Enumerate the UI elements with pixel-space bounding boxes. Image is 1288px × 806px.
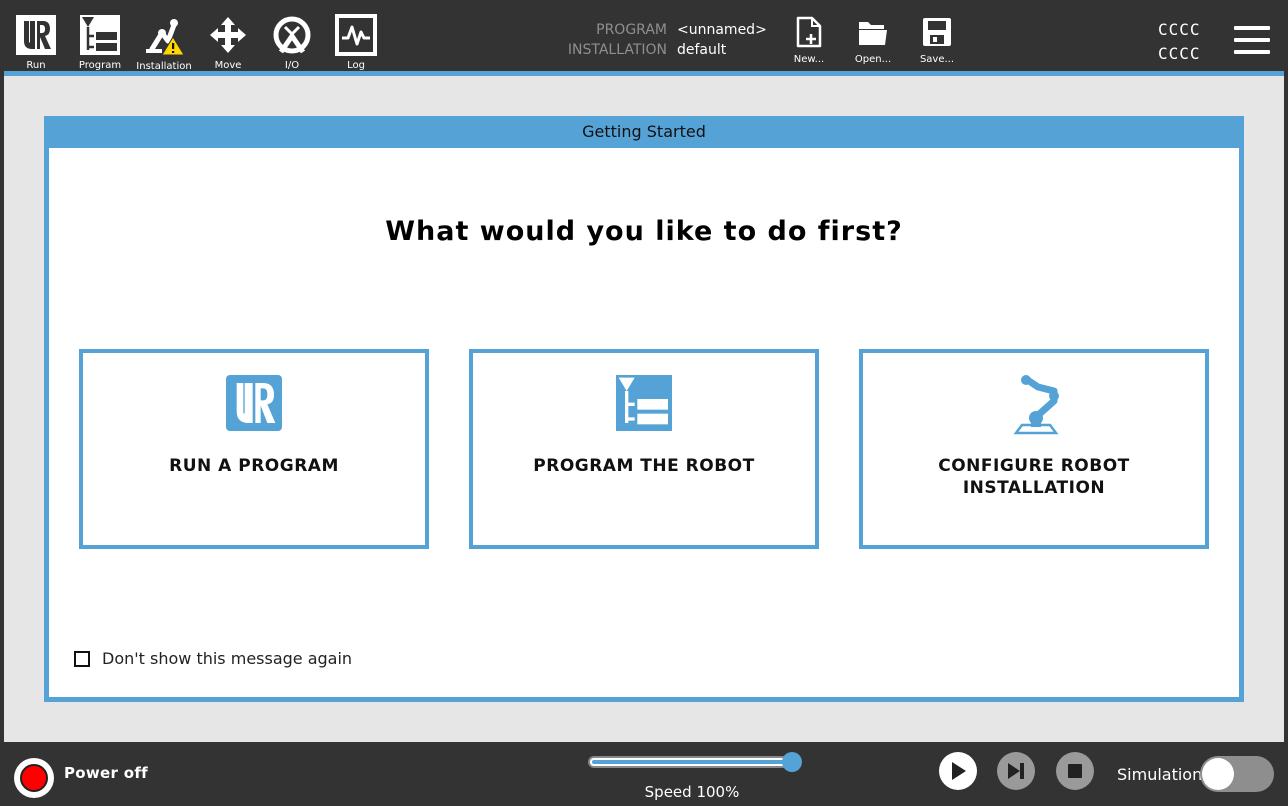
power-status-icon	[20, 764, 48, 792]
nav-io-button[interactable]: I/O	[263, 6, 321, 71]
speed-slider-handle[interactable]	[782, 752, 802, 772]
speed-label: Speed 100%	[644, 783, 740, 801]
run-program-label: RUN A PROGRAM	[169, 456, 339, 476]
step-button[interactable]	[997, 752, 1035, 790]
log-waveform-icon	[334, 13, 378, 56]
stop-icon	[1068, 764, 1082, 778]
power-status-label: Power off	[64, 764, 149, 782]
ur-logo-icon	[14, 13, 58, 56]
nav-program-button[interactable]: Program	[71, 6, 129, 71]
open-folder-icon	[856, 15, 890, 49]
speed-slider[interactable]	[588, 752, 802, 772]
open-program-button[interactable]: Open...	[846, 6, 900, 71]
dialog-question: What would you like to do first?	[385, 216, 903, 247]
open-program-label: Open...	[854, 54, 892, 65]
nav-program-label: Program	[78, 60, 122, 71]
hamburger-menu-icon[interactable]	[1230, 22, 1272, 58]
save-program-label: Save...	[919, 54, 955, 65]
program-robot-label: PROGRAM THE ROBOT	[533, 456, 755, 476]
dont-show-checkbox[interactable]	[74, 650, 90, 667]
program-tree-icon	[78, 13, 122, 56]
save-disk-icon	[920, 15, 954, 49]
bottom-bar: Power off Speed 100% Simulation	[4, 742, 1284, 806]
nav-log-label: Log	[347, 60, 365, 71]
menu-bar-bottom	[1234, 50, 1270, 54]
top-toolbar: Run Program Installation Move I/O Log PR…	[4, 6, 1284, 72]
move-arrows-icon	[206, 13, 250, 56]
configure-installation-label: CONFIGURE ROBOT INSTALLATION	[938, 456, 1130, 498]
power-button[interactable]	[14, 758, 54, 798]
status-line-2: CCCC	[1158, 44, 1201, 63]
stop-button[interactable]	[1056, 752, 1094, 790]
nav-move-label: Move	[214, 60, 242, 71]
program-name-value: <unnamed>	[677, 22, 767, 38]
simulation-label: Simulation	[1117, 765, 1203, 784]
io-icon	[270, 13, 314, 56]
getting-started-dialog: Getting Started What would you like to d…	[44, 116, 1244, 702]
nav-run-label: Run	[26, 60, 46, 71]
dialog-title: Getting Started	[44, 116, 1244, 148]
save-program-button[interactable]: Save...	[910, 6, 964, 71]
installation-key-label: INSTALLATION	[567, 42, 667, 58]
nav-run-button[interactable]: Run	[7, 6, 65, 71]
status-indicator: CCCC CCCC	[1158, 18, 1201, 66]
nav-io-label: I/O	[284, 60, 300, 71]
configure-installation-choice[interactable]: CONFIGURE ROBOT INSTALLATION	[859, 349, 1209, 549]
ur-logo-icon	[83, 375, 425, 433]
program-key-label: PROGRAM	[596, 22, 667, 38]
nav-log-button[interactable]: Log	[327, 6, 385, 71]
program-info-values: <unnamed> default	[677, 20, 767, 60]
nav-move-button[interactable]: Move	[199, 6, 257, 71]
program-robot-choice[interactable]: PROGRAM THE ROBOT	[469, 349, 819, 549]
simulation-toggle-knob	[1202, 758, 1234, 790]
simulation-toggle[interactable]	[1200, 756, 1274, 792]
dont-show-again-option[interactable]: Don't show this message again	[74, 649, 352, 668]
new-program-button[interactable]: New...	[782, 6, 836, 71]
menu-bar-top	[1234, 26, 1270, 30]
installation-name-value: default	[677, 42, 727, 58]
main-content: Getting Started What would you like to d…	[4, 76, 1284, 742]
robot-arm-icon	[863, 375, 1205, 435]
menu-bar-middle	[1234, 38, 1270, 42]
step-forward-icon	[1008, 763, 1024, 779]
new-file-icon	[792, 15, 826, 49]
play-icon	[952, 762, 966, 780]
program-info-keys: PROGRAM INSTALLATION	[524, 20, 667, 60]
speed-slider-fill	[592, 760, 792, 764]
nav-installation-button[interactable]: Installation	[135, 6, 193, 72]
new-program-label: New...	[793, 54, 825, 65]
play-button[interactable]	[939, 752, 977, 790]
run-program-choice[interactable]: RUN A PROGRAM	[79, 349, 429, 549]
dont-show-label: Don't show this message again	[102, 649, 353, 668]
status-line-1: CCCC	[1158, 20, 1201, 39]
robot-arm-warning-icon	[142, 13, 186, 57]
program-tree-icon	[473, 375, 815, 433]
